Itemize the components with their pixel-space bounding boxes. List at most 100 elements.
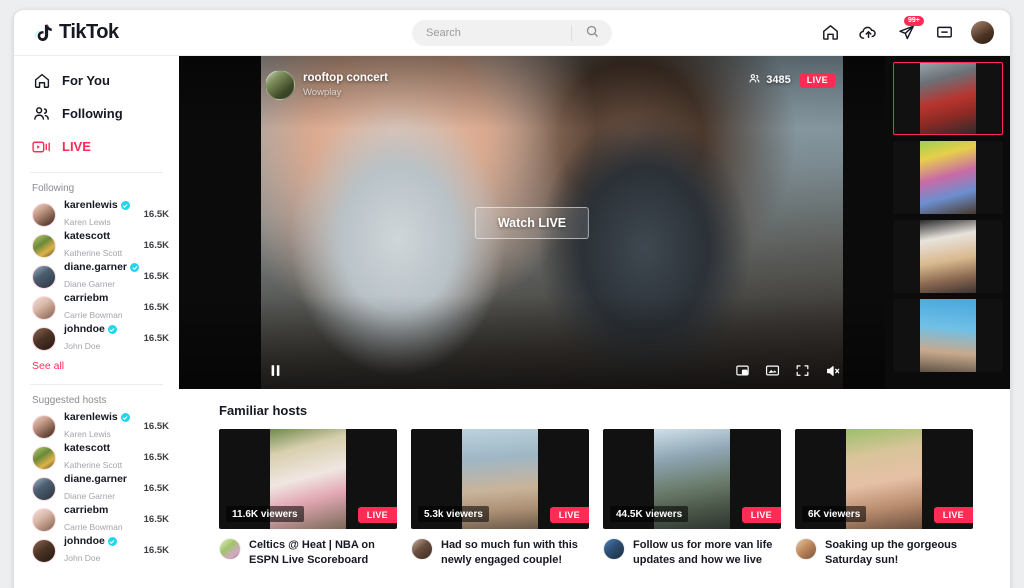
fullscreen-icon[interactable] <box>795 363 810 378</box>
live-card-2[interactable]: 5.3k viewers LIVE Had so much fun with t… <box>411 429 589 568</box>
verified-badge-icon <box>130 263 139 272</box>
list-item[interactable]: diane.garner Diane Garner 16.5K <box>14 261 179 292</box>
card-caption: Soaking up the gorgeous Saturday sun! <box>825 538 973 568</box>
card-caption: Had so much fun with this newly engaged … <box>441 538 589 568</box>
thumbnail-2[interactable] <box>893 141 1003 214</box>
search-input[interactable] <box>412 27 571 39</box>
user-info: katescott Katherine Scott <box>64 230 144 260</box>
username: diane.garner <box>64 473 127 485</box>
username: katescott <box>64 230 110 242</box>
list-item[interactable]: johndoe John Doe 16.5K <box>14 535 179 566</box>
card-caption: Follow us for more van life updates and … <box>633 538 781 568</box>
activity-send-icon[interactable]: 99+ <box>895 22 917 44</box>
sidebar-item-label: Following <box>62 106 123 121</box>
avatar[interactable] <box>603 538 625 560</box>
app-window: TikTok <box>14 10 1010 588</box>
theater-mode-icon[interactable] <box>765 363 780 378</box>
user-info: diane.garner Diane Garner <box>64 261 144 291</box>
avatar[interactable] <box>219 538 241 560</box>
follower-count: 16.5K <box>144 240 169 251</box>
username-row: johndoe <box>64 323 144 335</box>
player-controls <box>179 362 885 379</box>
user-info: johndoe John Doe <box>64 535 144 565</box>
main-content: rooftop concert Wowplay <box>179 56 1010 588</box>
avatar <box>32 265 56 289</box>
card-caption: Celtics @ Heat | NBA on ESPN Live Scoreb… <box>249 538 397 568</box>
live-card-3[interactable]: 44.5K viewers LIVE Follow us for more va… <box>603 429 781 568</box>
fullname: John Doe <box>64 341 100 351</box>
card-thumbnail[interactable]: 11.6K viewers LIVE <box>219 429 397 529</box>
user-info: carriebm Carrie Bowman <box>64 292 144 322</box>
user-info: karenlewis Karen Lewis <box>64 199 144 229</box>
pause-icon[interactable] <box>267 362 284 379</box>
top-header: TikTok <box>14 10 1010 56</box>
username: johndoe <box>64 323 105 335</box>
thumbnail-4[interactable] <box>893 299 1003 372</box>
live-badge: LIVE <box>742 507 781 523</box>
search-bar[interactable] <box>412 20 612 46</box>
profile-avatar[interactable] <box>971 21 994 44</box>
username-row: carriebm <box>64 292 144 304</box>
username: carriebm <box>64 292 108 304</box>
list-item[interactable]: karenlewis Karen Lewis 16.5K <box>14 199 179 230</box>
avatar <box>32 327 56 351</box>
verified-badge-icon <box>121 201 130 210</box>
thumbnail-3[interactable] <box>893 220 1003 293</box>
search-button[interactable] <box>572 20 612 46</box>
live-badge: LIVE <box>934 507 973 523</box>
tiktok-note-icon <box>32 22 54 44</box>
avatar <box>265 70 295 100</box>
upload-cloud-icon[interactable] <box>857 22 879 44</box>
thumbnail-1[interactable] <box>893 62 1003 135</box>
video-player[interactable]: rooftop concert Wowplay <box>179 56 885 389</box>
list-item[interactable]: katescott Katherine Scott 16.5K <box>14 442 179 473</box>
avatar <box>32 446 56 470</box>
header-icon-group: 99+ <box>819 21 994 44</box>
avatar[interactable] <box>795 538 817 560</box>
stream-host-info[interactable]: rooftop concert Wowplay <box>265 70 388 100</box>
fullname: Katherine Scott <box>64 460 122 470</box>
list-item[interactable]: katescott Katherine Scott 16.5K <box>14 230 179 261</box>
username-row: diane.garner <box>64 261 144 273</box>
username-row: johndoe <box>64 535 144 547</box>
volume-muted-icon[interactable] <box>825 363 841 379</box>
username-row: karenlewis <box>64 411 144 423</box>
following-section-title: Following <box>14 173 179 199</box>
watch-live-button[interactable]: Watch LIVE <box>475 207 589 239</box>
card-thumbnail[interactable]: 6K viewers LIVE <box>795 429 973 529</box>
card-thumbnail[interactable]: 44.5K viewers LIVE <box>603 429 781 529</box>
picture-in-picture-icon[interactable] <box>735 363 750 378</box>
live-badge: LIVE <box>550 507 589 523</box>
list-item[interactable]: johndoe John Doe 16.5K <box>14 323 179 354</box>
fullname: Karen Lewis <box>64 429 111 439</box>
sidebar-item-for-you[interactable]: For You <box>14 64 179 97</box>
follower-count: 16.5K <box>144 333 169 344</box>
list-item[interactable]: carriebm Carrie Bowman 16.5K <box>14 292 179 323</box>
familiar-hosts-section: Familiar hosts 11.6K viewers LIVE Celtic… <box>179 389 1010 568</box>
sidebar: For You Following <box>14 56 179 588</box>
home-icon[interactable] <box>819 22 841 44</box>
stream-status-group: 3485 LIVE <box>748 72 835 88</box>
card-thumbnail[interactable]: 5.3k viewers LIVE <box>411 429 589 529</box>
list-item[interactable]: karenlewis Karen Lewis 16.5K <box>14 411 179 442</box>
live-card-4[interactable]: 6K viewers LIVE Soaking up the gorgeous … <box>795 429 973 568</box>
list-item[interactable]: carriebm Carrie Bowman 16.5K <box>14 504 179 535</box>
sidebar-item-live[interactable]: LIVE <box>14 130 179 163</box>
live-card-1[interactable]: 11.6K viewers LIVE Celtics @ Heat | NBA … <box>219 429 397 568</box>
user-info: katescott Katherine Scott <box>64 442 144 472</box>
avatar[interactable] <box>411 538 433 560</box>
sidebar-item-following[interactable]: Following <box>14 97 179 130</box>
list-item[interactable]: diane.garner Diane Garner 16.5K <box>14 473 179 504</box>
suggested-hosts-title: Suggested hosts <box>14 385 179 411</box>
viewer-count-value: 3485 <box>766 74 790 86</box>
stream-text: rooftop concert Wowplay <box>303 71 388 99</box>
suggested-hosts-list: karenlewis Karen Lewis 16.5K katescott K… <box>14 411 179 566</box>
avatar <box>32 477 56 501</box>
tiktok-logo[interactable]: TikTok <box>32 21 182 44</box>
user-info: carriebm Carrie Bowman <box>64 504 144 534</box>
username-row: karenlewis <box>64 199 144 211</box>
message-icon[interactable] <box>933 22 955 44</box>
see-all-link[interactable]: See all <box>14 354 179 372</box>
page-root: TikTok <box>0 0 1024 588</box>
section-title: Familiar hosts <box>219 403 1010 418</box>
